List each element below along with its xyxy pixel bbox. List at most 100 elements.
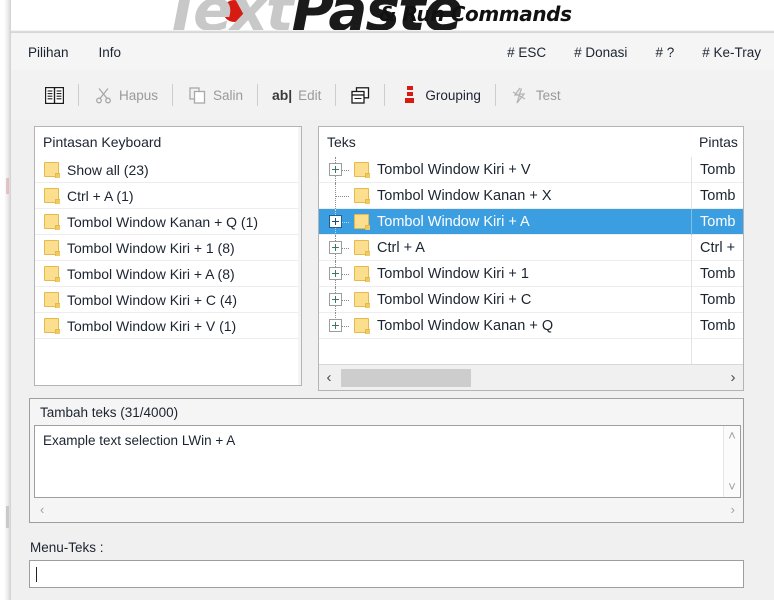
folder-icon [43, 265, 60, 282]
add-text-horizontal-scrollbar[interactable]: ‹ › [34, 499, 741, 519]
tree-horizontal-scrollbar[interactable]: ‹ › [319, 364, 743, 390]
tree-row-selected[interactable]: Tombol Window Kiri + A Tomb [319, 208, 743, 235]
menu-teks-label: Menu-Teks : [30, 540, 104, 555]
shortcut-list-header-label: Pintasan Keyboard [43, 133, 162, 150]
scroll-right-arrow-icon[interactable]: › [723, 365, 743, 391]
folder-icon [43, 291, 60, 308]
copy-icon [187, 85, 207, 105]
folder-icon [43, 213, 60, 230]
folder-icon [43, 187, 60, 204]
add-text-textarea[interactable]: Example text selection LWin + A [35, 426, 723, 497]
expand-plus-icon[interactable] [329, 266, 342, 280]
expand-plus-icon[interactable] [329, 318, 342, 332]
toolbar-grouping-button[interactable]: Grouping [390, 79, 490, 111]
toolbar-hapus-button[interactable]: Hapus [84, 79, 167, 111]
add-text-vertical-scrollbar[interactable]: ˄ ˅ [723, 426, 740, 497]
folder-icon [353, 187, 370, 204]
list-item[interactable]: Tombol Window Kanan + Q (1) [35, 209, 301, 235]
expand-plus-icon[interactable] [329, 240, 342, 254]
ab-text-icon: ab| [271, 87, 293, 103]
windows-cascade-icon [350, 85, 370, 105]
shortcut-list-header: Pintasan Keyboard [35, 127, 301, 157]
toolbar-separator-1 [78, 84, 79, 106]
folder-icon [353, 265, 370, 282]
toolbar-edit-button[interactable]: ab| Edit [263, 79, 330, 111]
expand-plus-icon[interactable] [329, 292, 342, 306]
scroll-left-arrow-icon[interactable]: ‹ [40, 502, 44, 517]
toolbar-separator-4 [335, 84, 337, 106]
menu-help[interactable]: # ? [652, 44, 677, 62]
shortcut-list-scroll-strip[interactable] [298, 127, 301, 385]
toolbar-test-button[interactable]: Test [501, 79, 570, 111]
text-caret [36, 567, 37, 582]
scissors-icon [93, 85, 113, 105]
list-item[interactable]: Tombol Window Kiri + V (1) [35, 313, 301, 339]
toolbar-list-button[interactable] [35, 79, 73, 111]
menu-teks-input[interactable] [29, 560, 744, 588]
list-item[interactable]: Show all (23) [35, 157, 301, 183]
menu-bar-left: Pilihan Info [25, 44, 124, 62]
logo-subtitle: & Run Commands [379, 2, 572, 26]
tree-row-label: Tombol Window Kiri + C [377, 291, 532, 308]
toolbar-grouping-label: Grouping [425, 87, 481, 103]
tree-gutter [319, 182, 353, 209]
tree-row[interactable]: Ctrl + A Ctrl + [319, 234, 743, 261]
menu-bar: Pilihan Info # ESC # Donasi # ? # Ke-Tra… [11, 32, 774, 70]
tree-row-col2: Tomb [691, 157, 743, 183]
folder-icon [353, 161, 370, 178]
toolbar-salin-button[interactable]: Salin [178, 79, 252, 111]
tree-row-col2: Tomb [691, 287, 743, 313]
add-text-title: Tambah teks (31/4000) [40, 404, 179, 420]
tree-row-col2: Tomb [691, 209, 743, 235]
expand-plus-icon[interactable] [329, 162, 342, 176]
tree-gutter [319, 260, 353, 287]
toolbar-separator-3 [257, 84, 259, 106]
tree-row[interactable]: Tombol Window Kiri + C Tomb [319, 286, 743, 313]
tree-gutter [319, 234, 353, 261]
menu-esc[interactable]: # ESC [504, 44, 549, 62]
menu-donasi[interactable]: # Donasi [571, 44, 630, 62]
tree-row-col2: Ctrl + [691, 235, 743, 261]
tree-row-label: Ctrl + A [377, 239, 425, 256]
list-item-label: Tombol Window Kiri + A (8) [67, 265, 235, 282]
list-item[interactable]: Tombol Window Kiri + C (4) [35, 287, 301, 313]
list-item-label: Show all (23) [67, 161, 149, 178]
add-text-group: Tambah teks (31/4000) Example text selec… [29, 398, 744, 523]
tree-row-label: Tombol Window Kiri + V [377, 161, 531, 178]
tree-gutter [319, 208, 353, 235]
tree-row-col2: Tomb [691, 183, 743, 209]
list-item[interactable]: Tombol Window Kiri + 1 (8) [35, 235, 301, 261]
toolbar-window-button[interactable] [341, 79, 379, 111]
list-item[interactable]: Ctrl + A (1) [35, 183, 301, 209]
tree-row[interactable]: Tombol Window Kiri + 1 Tomb [319, 260, 743, 287]
tree-gutter [319, 312, 353, 339]
scroll-up-arrow-icon[interactable]: ˄ [728, 429, 736, 442]
tree-row[interactable]: Tombol Window Kanan + Q Tomb [319, 312, 743, 339]
scroll-down-arrow-icon[interactable]: ˅ [728, 480, 736, 493]
tree-scroll-track[interactable] [339, 364, 723, 390]
list-item-label: Tombol Window Kiri + 1 (8) [67, 239, 235, 256]
add-text-editor-wrap: Example text selection LWin + A ˄ ˅ [34, 425, 741, 498]
app-banner: TextPaste & Run Commands [11, 0, 774, 30]
toolbar-edit-label: Edit [298, 87, 322, 103]
list-item[interactable]: Tombol Window Kiri + A (8) [35, 261, 301, 287]
tree-row-label: Tombol Window Kiri + 1 [377, 265, 529, 282]
tree-row[interactable]: Tombol Window Kiri + V Tomb [319, 156, 743, 183]
tree-row-label: Tombol Window Kanan + Q [377, 317, 554, 334]
tree-scroll-thumb[interactable] [341, 368, 471, 387]
folder-icon [43, 161, 60, 178]
toolbar-separator-2 [172, 84, 174, 106]
tree-gutter [319, 286, 353, 313]
tree-row[interactable]: Tombol Window Kanan + X Tomb [319, 182, 743, 209]
toolbar-salin-label: Salin [213, 87, 244, 103]
menu-pilihan[interactable]: Pilihan [25, 44, 72, 62]
menu-info[interactable]: Info [96, 44, 125, 62]
toolbar-test-label: Test [535, 87, 561, 103]
scroll-left-arrow-icon[interactable]: ‹ [319, 365, 339, 391]
text-tree-header: Teks Pintas [319, 127, 743, 157]
toolbar-separator-5 [384, 84, 386, 106]
expand-plus-icon[interactable] [329, 214, 342, 228]
folder-icon [353, 213, 370, 230]
menu-ke-tray[interactable]: # Ke-Tray [699, 44, 764, 62]
scroll-right-arrow-icon[interactable]: › [731, 502, 735, 517]
